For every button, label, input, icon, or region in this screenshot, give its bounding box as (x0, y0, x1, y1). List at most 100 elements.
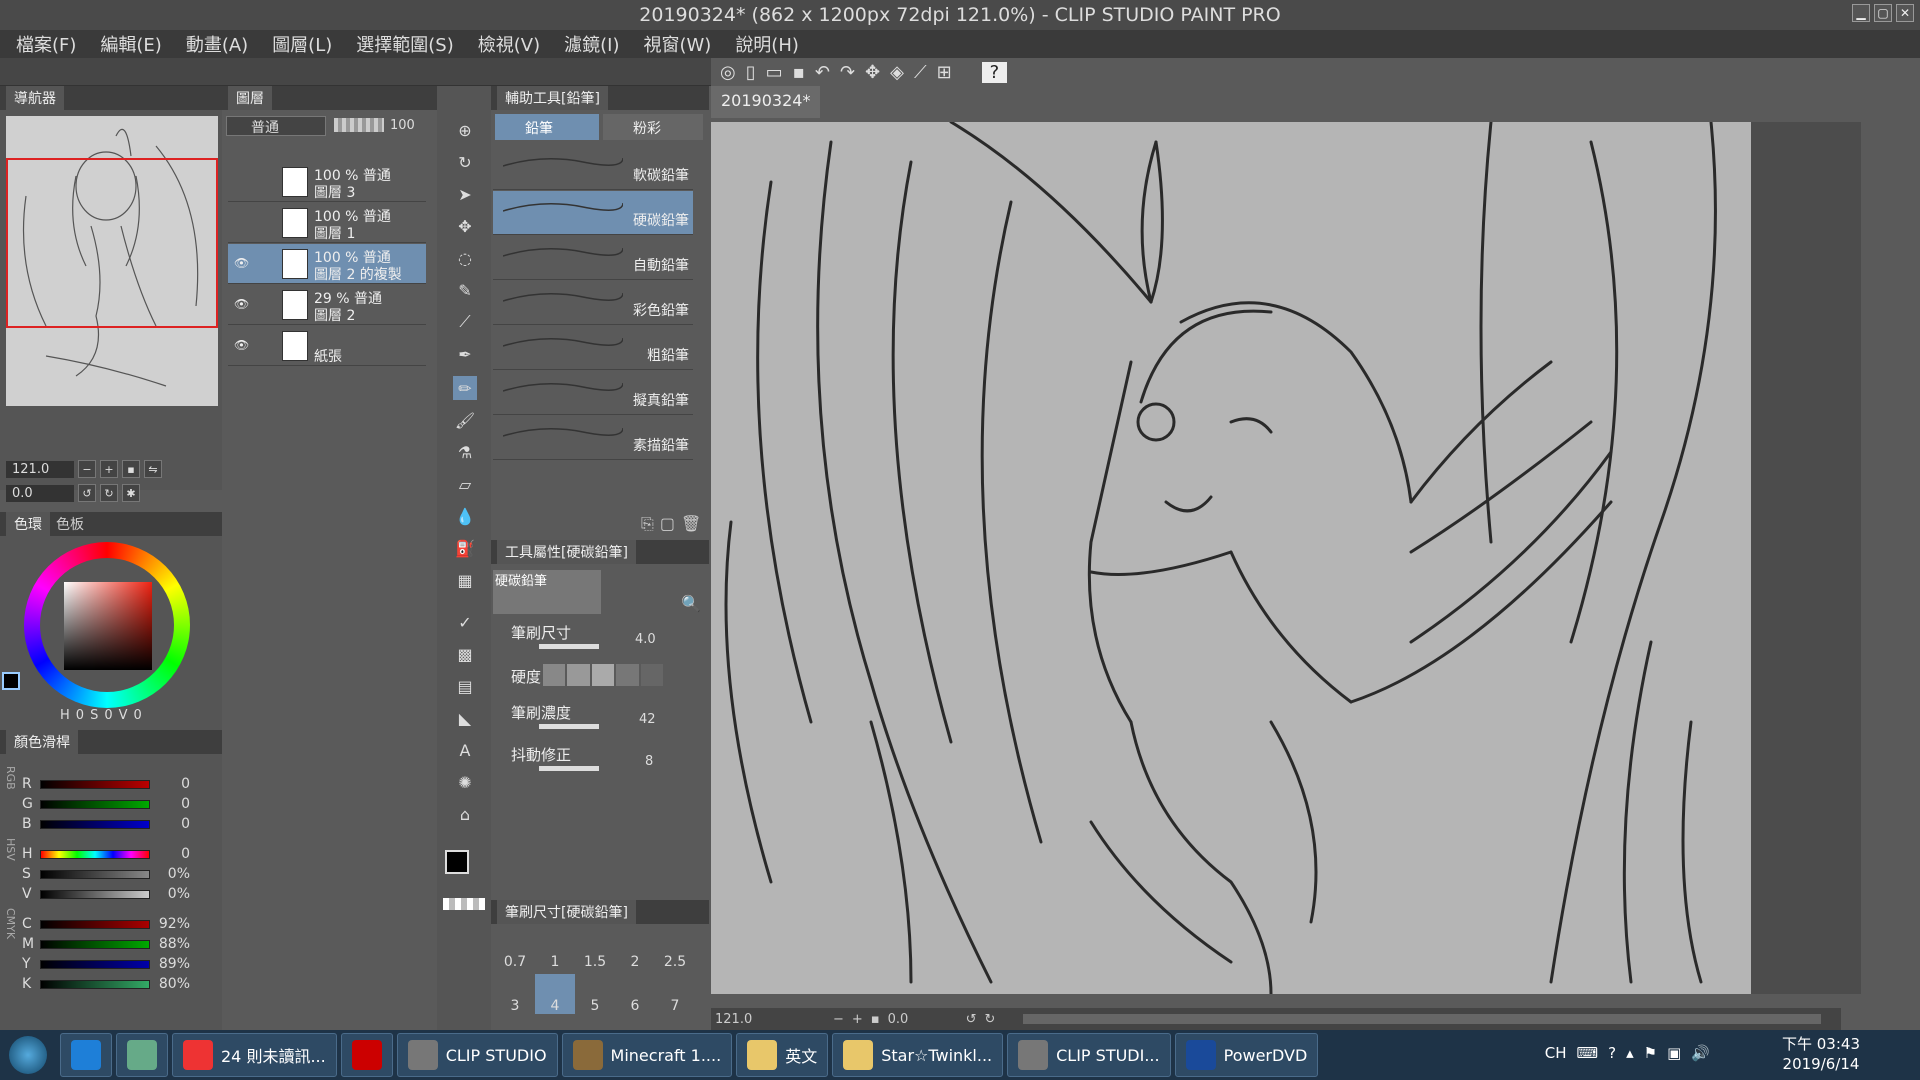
foreground-color-swatch[interactable] (445, 850, 469, 874)
menu-window[interactable]: 視窗(W) (643, 31, 711, 57)
color-slider-bar[interactable] (40, 889, 150, 899)
ime-indicator[interactable]: CH (1545, 1044, 1567, 1062)
maximize-button[interactable]: ▢ (1874, 4, 1892, 22)
slider-value[interactable]: 92% (156, 916, 190, 932)
tray-expand-icon[interactable]: ▴ (1626, 1044, 1634, 1062)
navigator-thumbnail[interactable] (6, 116, 218, 406)
decoration-tool-icon[interactable]: ⌂ (453, 802, 477, 826)
zoom-out-icon[interactable]: − (78, 460, 96, 478)
color-slider-bar[interactable] (40, 869, 150, 879)
menu-selection[interactable]: 選擇範圍(S) (356, 31, 453, 57)
rotate-right-icon[interactable]: ↻ (100, 484, 118, 502)
layer-row[interactable]: 👁 100 % 普通 圖層 2 的複製 (228, 244, 426, 284)
brush-size-value[interactable]: 4.0 (635, 632, 656, 647)
text-tool-icon[interactable]: A (453, 738, 477, 762)
undo-icon[interactable]: ↶ (815, 62, 830, 83)
subtool-delete-icon[interactable]: 🗑 (681, 514, 701, 534)
canvas-rotate-right-icon[interactable]: ↻ (985, 1012, 996, 1027)
rotate-tool-icon[interactable]: ↻ (453, 150, 477, 174)
blend-mode-select[interactable]: 普通 (226, 116, 326, 136)
slider-value[interactable]: 80% (156, 976, 190, 992)
subtool-brush-item[interactable]: 硬碳鉛筆 (493, 191, 693, 235)
ruler-tool-icon[interactable]: ▤ (453, 674, 477, 698)
taskbar-item[interactable]: 英文 (736, 1033, 829, 1077)
navigator-zoom-value[interactable]: 121.0 (6, 460, 74, 478)
document-tab[interactable]: 20190324* (711, 86, 821, 118)
minimize-button[interactable]: ▁ (1852, 4, 1870, 22)
color-slider-bar[interactable] (40, 849, 150, 859)
help-icon[interactable]: ? (981, 61, 1008, 83)
slider-value[interactable]: 89% (156, 956, 190, 972)
menu-layer[interactable]: 圖層(L) (272, 31, 332, 57)
selection-tool-icon[interactable]: ◌ (453, 246, 477, 270)
brush-size-preset[interactable]: 7 (655, 974, 695, 1014)
layer-row[interactable]: 100 % 普通 圖層 1 (228, 203, 426, 243)
taskbar-item[interactable]: Minecraft 1.... (561, 1033, 733, 1077)
color-slider-bar[interactable] (40, 979, 150, 989)
color-slider-bar[interactable] (40, 799, 150, 809)
subtool-new-icon[interactable]: ▢ (660, 514, 675, 534)
color-slider-bar[interactable] (40, 959, 150, 969)
brush-size-preset[interactable]: 0.7 (495, 930, 535, 970)
taskbar-item[interactable]: CLIP STUDIO (396, 1033, 558, 1077)
keyboard-icon[interactable]: ⌨ (1577, 1044, 1599, 1062)
brush-size-preset[interactable]: 6 (615, 974, 655, 1014)
subtool-brush-item[interactable]: 粗鉛筆 (493, 326, 693, 370)
eraser-tool-icon[interactable]: ▱ (453, 472, 477, 496)
canvas-paper[interactable] (711, 122, 1751, 994)
layer-row[interactable]: 👁 29 % 普通 圖層 2 (228, 285, 426, 325)
new-file-icon[interactable]: ▯ (746, 62, 756, 83)
canvas-zoom-out-icon[interactable]: − (833, 1012, 844, 1027)
brush-size-preset[interactable]: 2 (615, 930, 655, 970)
correct-line-tool-icon[interactable]: ◣ (453, 706, 477, 730)
slider-value[interactable]: 0 (156, 796, 190, 812)
auto-select-tool-icon[interactable]: ✎ (453, 278, 477, 302)
opacity-value[interactable]: 100 (390, 118, 415, 133)
main-color-swatch[interactable] (2, 672, 20, 690)
brush-size-preset[interactable]: 4 (535, 974, 575, 1014)
snap-ruler-icon[interactable]: ⟋ (914, 62, 927, 83)
navigator-viewport-frame[interactable] (6, 158, 218, 328)
taskbar-item[interactable] (60, 1033, 112, 1077)
transform-icon[interactable]: ✥ (865, 62, 880, 83)
horizontal-scrollbar[interactable] (1023, 1014, 1821, 1024)
menu-help[interactable]: 說明(H) (735, 31, 799, 57)
frame-tool-icon[interactable]: ▩ (453, 642, 477, 666)
color-slider-bar[interactable] (40, 819, 150, 829)
redo-icon[interactable]: ↷ (840, 62, 855, 83)
tab-color-wheel[interactable]: 色環 (6, 512, 50, 536)
stabilization-slider[interactable] (539, 766, 599, 771)
zoom-tool-icon[interactable]: ⊕ (453, 118, 477, 142)
fill-icon[interactable]: ◈ (890, 62, 904, 83)
brush-size-preset[interactable]: 5 (575, 974, 615, 1014)
slider-value[interactable]: 0% (156, 886, 190, 902)
figure-tool-icon[interactable]: ✓ (453, 610, 477, 634)
color-slider-bar[interactable] (40, 919, 150, 929)
brush-size-preset[interactable]: 1 (535, 930, 575, 970)
color-slider-bar[interactable] (40, 939, 150, 949)
brush-density-value[interactable]: 42 (639, 712, 656, 727)
open-file-icon[interactable]: ▭ (766, 62, 783, 83)
pen-tool-icon[interactable]: ✒ (453, 342, 477, 366)
subtool-brush-item[interactable]: 軟碳鉛筆 (493, 146, 693, 190)
layer-row[interactable]: 👁 紙張 (228, 326, 426, 366)
operation-tool-icon[interactable]: ➤ (453, 182, 477, 206)
taskbar-clock[interactable]: 下午 03:43 2019/6/14 (1782, 1034, 1860, 1074)
tab-color-palette[interactable]: 色板 (56, 514, 84, 534)
volume-icon[interactable]: 🔊 (1691, 1044, 1710, 1062)
eyedropper-tool-icon[interactable]: ⟋ (453, 310, 477, 334)
visibility-eye-icon[interactable]: 👁 (234, 297, 249, 311)
taskbar-item[interactable]: 24 則未讀訊... (172, 1033, 337, 1077)
navigator-rotation-value[interactable]: 0.0 (6, 484, 74, 502)
opacity-slider[interactable] (334, 118, 384, 132)
brush-density-slider[interactable] (539, 724, 599, 729)
zoom-in-icon[interactable]: + (100, 460, 118, 478)
reset-rotation-icon[interactable]: ✱ (122, 484, 140, 502)
slider-value[interactable]: 0 (156, 776, 190, 792)
magnifier-icon[interactable]: 🔍 (681, 594, 701, 613)
taskbar-item[interactable]: Star☆Twinkl... (832, 1033, 1004, 1077)
pencil-tool-icon[interactable]: ✏ (453, 376, 477, 400)
blend-tool-icon[interactable]: 💧 (453, 504, 477, 528)
canvas-fit-icon[interactable]: ▪ (871, 1012, 880, 1027)
subtool-brush-item[interactable]: 彩色鉛筆 (493, 281, 693, 325)
